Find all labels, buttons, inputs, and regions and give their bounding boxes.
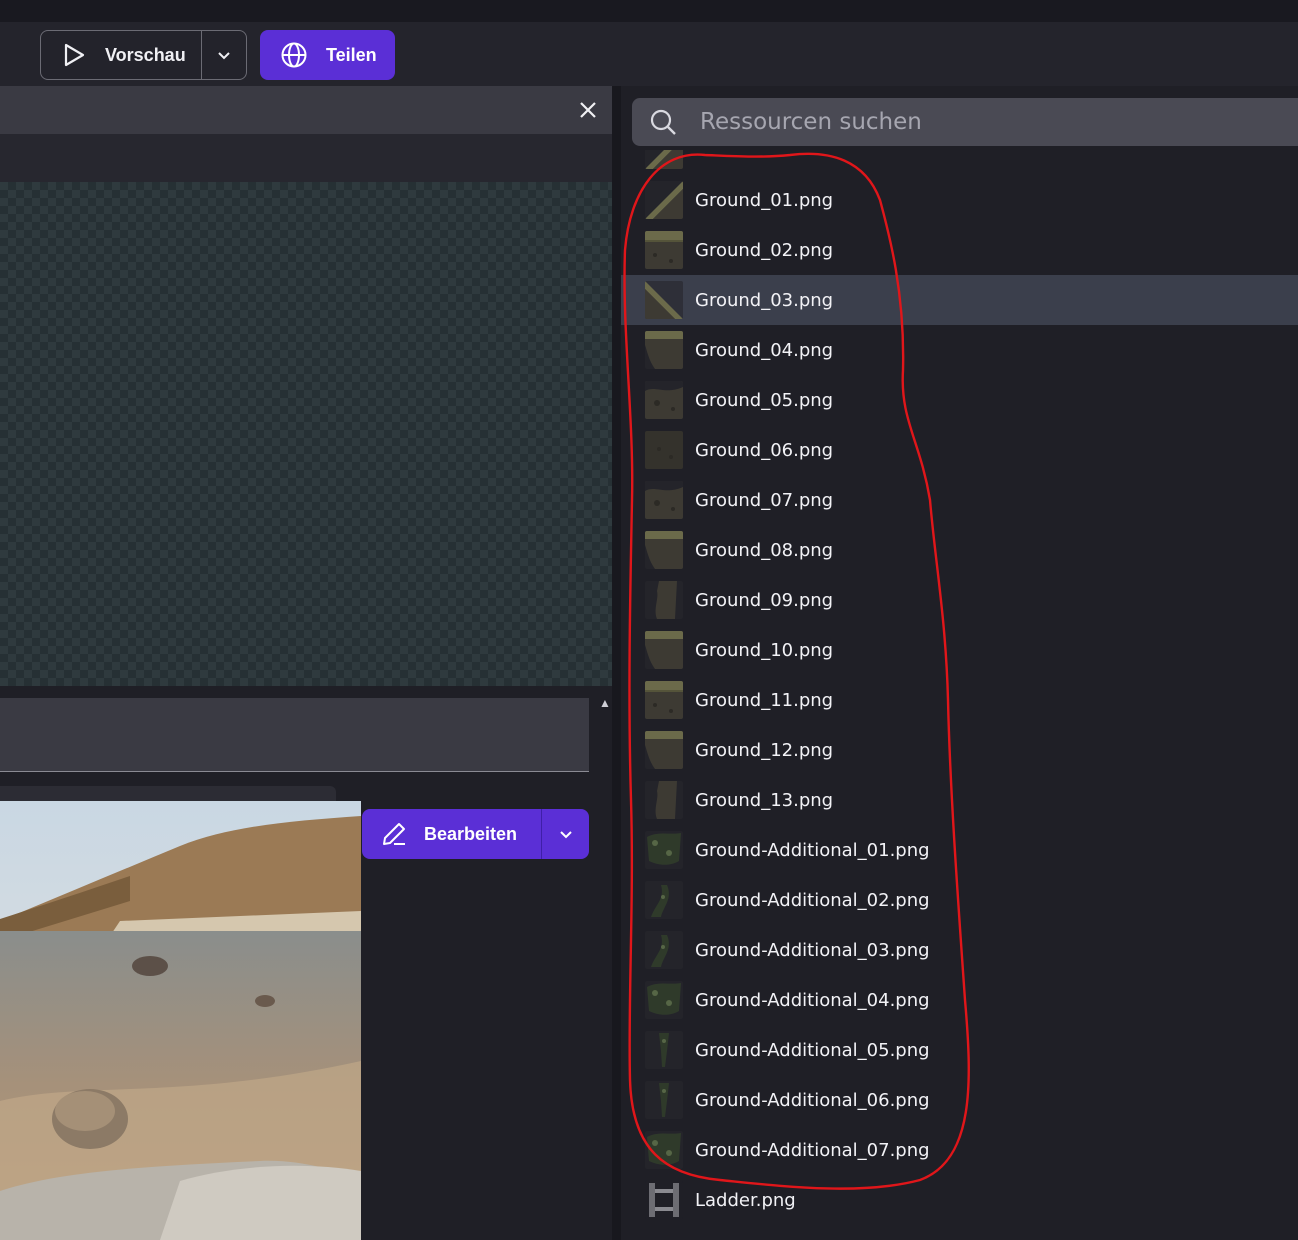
resource-item[interactable]: Ground-Additional_06.png [621, 1075, 1298, 1125]
image-preview-tab [0, 786, 336, 802]
resource-item-label: Ground_08.png [695, 539, 834, 561]
resource-item[interactable]: Ground-Additional_07.png [621, 1125, 1298, 1175]
resource-search-box [632, 98, 1298, 146]
resource-item[interactable]: Ground_02.png [621, 225, 1298, 275]
window-top-strip [0, 0, 1298, 22]
play-icon [64, 43, 85, 67]
resource-thumbnail-icon [645, 431, 683, 469]
resource-item[interactable]: Ground-Additional_04.png [621, 975, 1298, 1025]
search-icon [650, 109, 676, 135]
resource-thumbnail-icon [645, 1081, 683, 1119]
resource-item-label: Ground_02.png [695, 239, 834, 261]
resource-thumbnail-icon [645, 931, 683, 969]
resource-thumbnail-icon [645, 831, 683, 869]
preview-button[interactable]: Vorschau [41, 31, 201, 79]
resource-item[interactable]: Ground-Additional_02.png [621, 875, 1298, 925]
resource-item-label: Ground-Additional_03.png [695, 939, 930, 961]
resource-thumbnail-icon [645, 581, 683, 619]
resource-item-label: Ground_05.png [695, 389, 834, 411]
resource-thumbnail-icon [645, 531, 683, 569]
resource-item[interactable]: Ground_06.png [621, 425, 1298, 475]
resource-item[interactable] [621, 150, 1298, 175]
resource-item[interactable]: Ground_03.png [621, 275, 1298, 325]
resource-thumbnail-icon [645, 1181, 683, 1219]
resource-thumbnail-icon [645, 1031, 683, 1069]
resource-thumbnail-icon [645, 381, 683, 419]
resource-item-label: Ground_12.png [695, 739, 834, 761]
asset-panel-subheader [0, 134, 612, 182]
image-preview-photo [0, 801, 361, 1240]
resource-item[interactable]: Ground_05.png [621, 375, 1298, 425]
resource-item[interactable]: Ground_04.png [621, 325, 1298, 375]
share-button[interactable]: Teilen [260, 30, 395, 80]
resource-item-label: Ground_13.png [695, 789, 834, 811]
resource-item-label: Ground-Additional_01.png [695, 839, 930, 861]
panel-divider[interactable] [612, 86, 621, 1240]
transparent-preview-canvas [0, 182, 612, 686]
resource-item-label: Ground_01.png [695, 189, 834, 211]
resource-item-label: Ground-Additional_02.png [695, 889, 930, 911]
resource-thumbnail-icon [645, 181, 683, 219]
resource-thumbnail-icon [645, 481, 683, 519]
resource-thumbnail-icon [645, 150, 683, 169]
close-icon[interactable] [576, 98, 600, 122]
resource-thumbnail-icon [645, 881, 683, 919]
pencil-icon [383, 823, 405, 845]
preview-button-group: Vorschau [40, 30, 247, 80]
resource-item-label: Ground_06.png [695, 439, 834, 461]
chevron-down-icon [559, 831, 572, 839]
scroll-up-arrow[interactable]: ▲ [598, 696, 612, 710]
resource-item[interactable]: Ground_09.png [621, 575, 1298, 625]
resource-item-label: Ground-Additional_04.png [695, 989, 930, 1011]
resource-item-label: Ground-Additional_05.png [695, 1039, 930, 1061]
share-label: Teilen [326, 44, 377, 65]
property-field[interactable] [0, 698, 589, 772]
resource-item[interactable]: Ground_12.png [621, 725, 1298, 775]
resource-thumbnail-icon [645, 781, 683, 819]
resource-thumbnail-icon [645, 731, 683, 769]
edit-button[interactable]: Bearbeiten [362, 809, 541, 859]
resource-item-label: Ground_10.png [695, 639, 834, 661]
resource-item-label: Ground_04.png [695, 339, 834, 361]
resource-thumbnail-icon [645, 281, 683, 319]
resource-item-label: Ground_11.png [695, 689, 834, 711]
resource-thumbnail-icon [645, 681, 683, 719]
resource-item-label: Ground_03.png [695, 289, 834, 311]
resource-thumbnail-icon [645, 331, 683, 369]
resource-item[interactable]: Ground-Additional_03.png [621, 925, 1298, 975]
asset-panel-header [0, 86, 612, 134]
edit-button-group: Bearbeiten [362, 809, 589, 859]
resource-item-label: Ground-Additional_06.png [695, 1089, 930, 1111]
resource-search-input[interactable] [698, 108, 1258, 136]
chevron-down-icon [218, 52, 230, 60]
edit-dropdown-button[interactable] [542, 826, 589, 842]
resource-item[interactable]: Ground_07.png [621, 475, 1298, 525]
resource-item[interactable]: Ground_11.png [621, 675, 1298, 725]
resource-item-label: Ground_09.png [695, 589, 834, 611]
resource-item[interactable]: Ground_01.png [621, 175, 1298, 225]
resource-thumbnail-icon [645, 231, 683, 269]
resource-item[interactable]: Ground_10.png [621, 625, 1298, 675]
edit-label: Bearbeiten [424, 823, 518, 844]
resource-thumbnail-icon [645, 631, 683, 669]
resource-item[interactable]: Ground_13.png [621, 775, 1298, 825]
resource-item-label: Ground-Additional_07.png [695, 1139, 930, 1161]
resource-item[interactable]: Ground-Additional_05.png [621, 1025, 1298, 1075]
resource-thumbnail-icon [645, 1131, 683, 1169]
resource-item-label: Ladder.png [695, 1189, 796, 1211]
preview-label: Vorschau [105, 44, 186, 65]
resource-item-label: Ground_07.png [695, 489, 834, 511]
resource-item[interactable]: Ground-Additional_01.png [621, 825, 1298, 875]
resource-list: Ground_01.png Ground_02.png Ground_03.png G… [621, 150, 1298, 1240]
resource-item[interactable]: Ladder.png [621, 1175, 1298, 1225]
resource-thumbnail-icon [645, 981, 683, 1019]
preview-dropdown-button[interactable] [202, 31, 246, 79]
globe-icon [281, 42, 307, 68]
resource-item[interactable]: Ground_08.png [621, 525, 1298, 575]
